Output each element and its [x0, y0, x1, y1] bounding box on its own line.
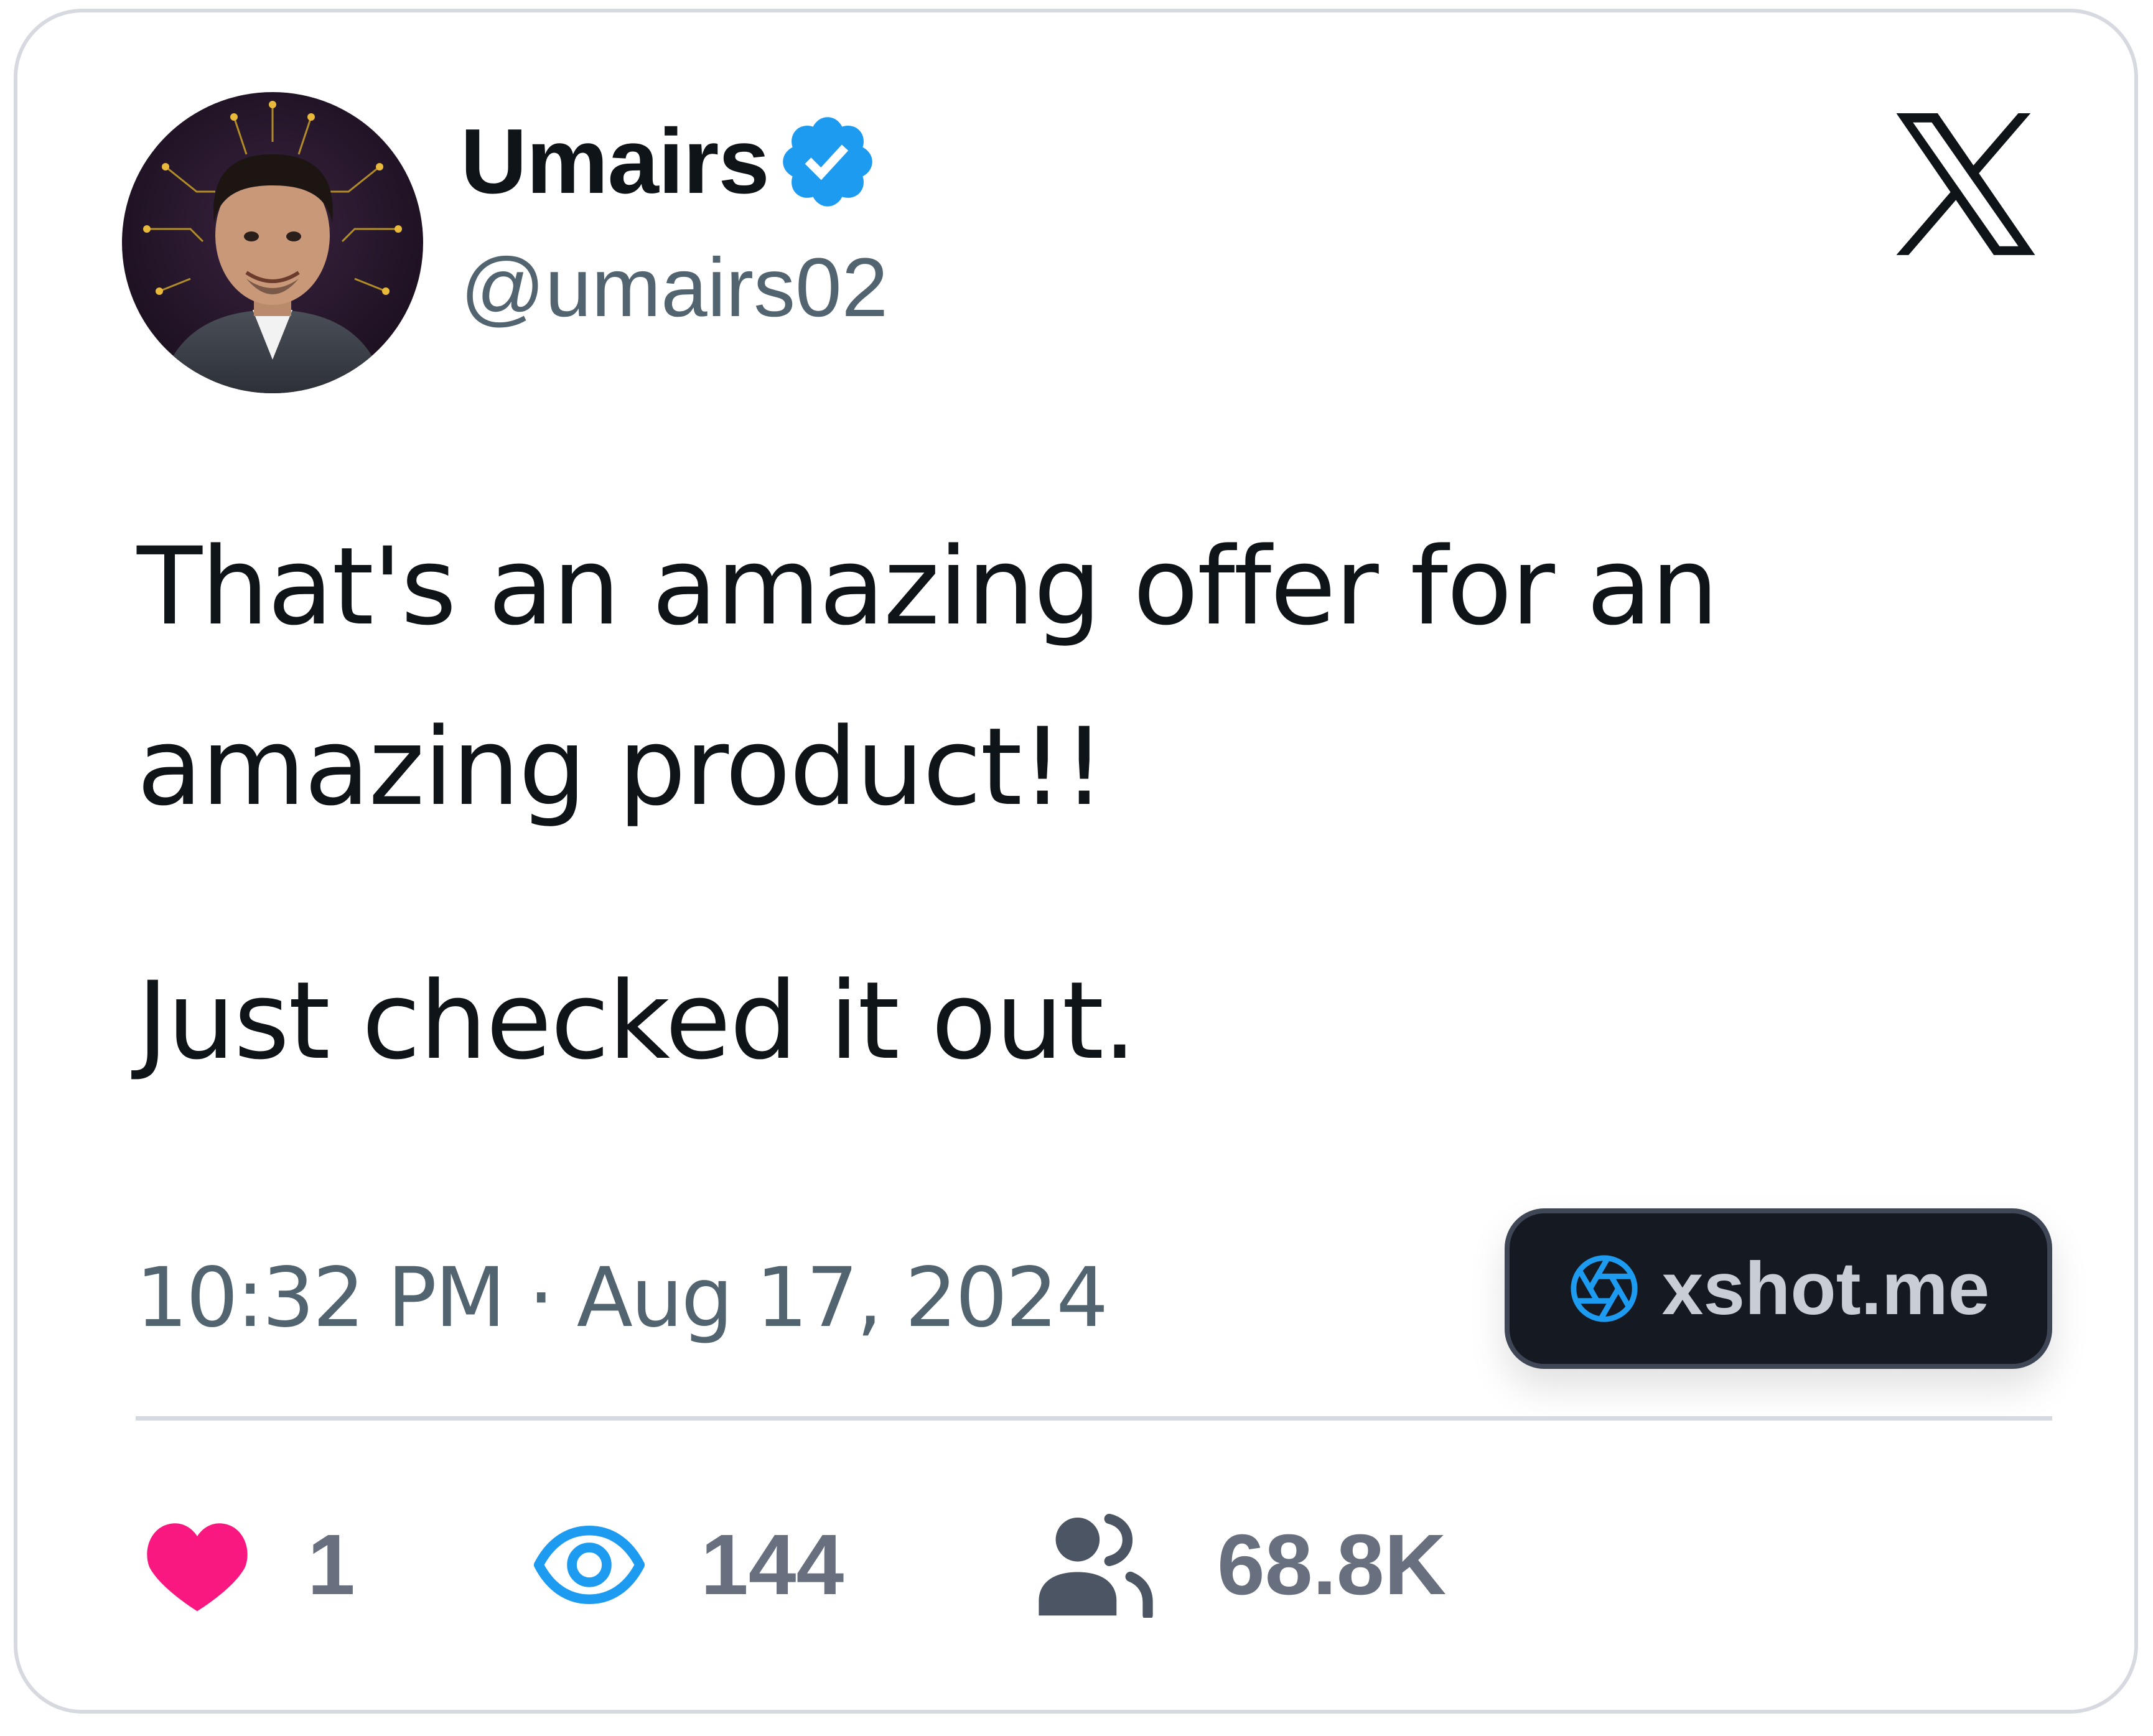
users-icon — [1035, 1512, 1154, 1618]
tweet-text: That's an amazing offer for an amazing p… — [137, 497, 1941, 1111]
watermark-label: xshot.me — [1661, 1247, 1990, 1330]
display-name[interactable]: Umairs — [460, 116, 770, 208]
likes-count: 1 — [307, 1517, 355, 1613]
x-logo-icon[interactable] — [1888, 113, 2043, 255]
author-handle[interactable]: @umairs02 — [460, 246, 888, 330]
likes-stat[interactable]: 1 — [144, 1512, 355, 1618]
avatar-photo — [122, 92, 423, 393]
followers-count: 68.8K — [1217, 1517, 1447, 1613]
tweet-paragraph: Just checked it out. — [137, 958, 1137, 1083]
views-stat[interactable]: 144 — [531, 1512, 844, 1618]
avatar[interactable] — [122, 92, 423, 393]
tweet-timestamp[interactable]: 10:32 PM · Aug 17, 2024 — [136, 1257, 1108, 1339]
divider — [136, 1416, 2052, 1421]
tweet-card: Umairs @umairs02 That's an amazing offer… — [14, 9, 2138, 1714]
views-count: 144 — [701, 1517, 844, 1613]
tweet-paragraph: That's an amazing offer for an amazing p… — [137, 524, 1719, 829]
camera-aperture-icon — [1567, 1252, 1641, 1325]
eye-icon — [531, 1524, 647, 1605]
author-name-row: Umairs — [460, 112, 880, 212]
followers-stat[interactable]: 68.8K — [1035, 1512, 1446, 1618]
xshot-watermark-badge[interactable]: xshot.me — [1505, 1208, 2052, 1369]
verified-badge-icon — [775, 110, 880, 214]
heart-icon — [144, 1518, 250, 1612]
